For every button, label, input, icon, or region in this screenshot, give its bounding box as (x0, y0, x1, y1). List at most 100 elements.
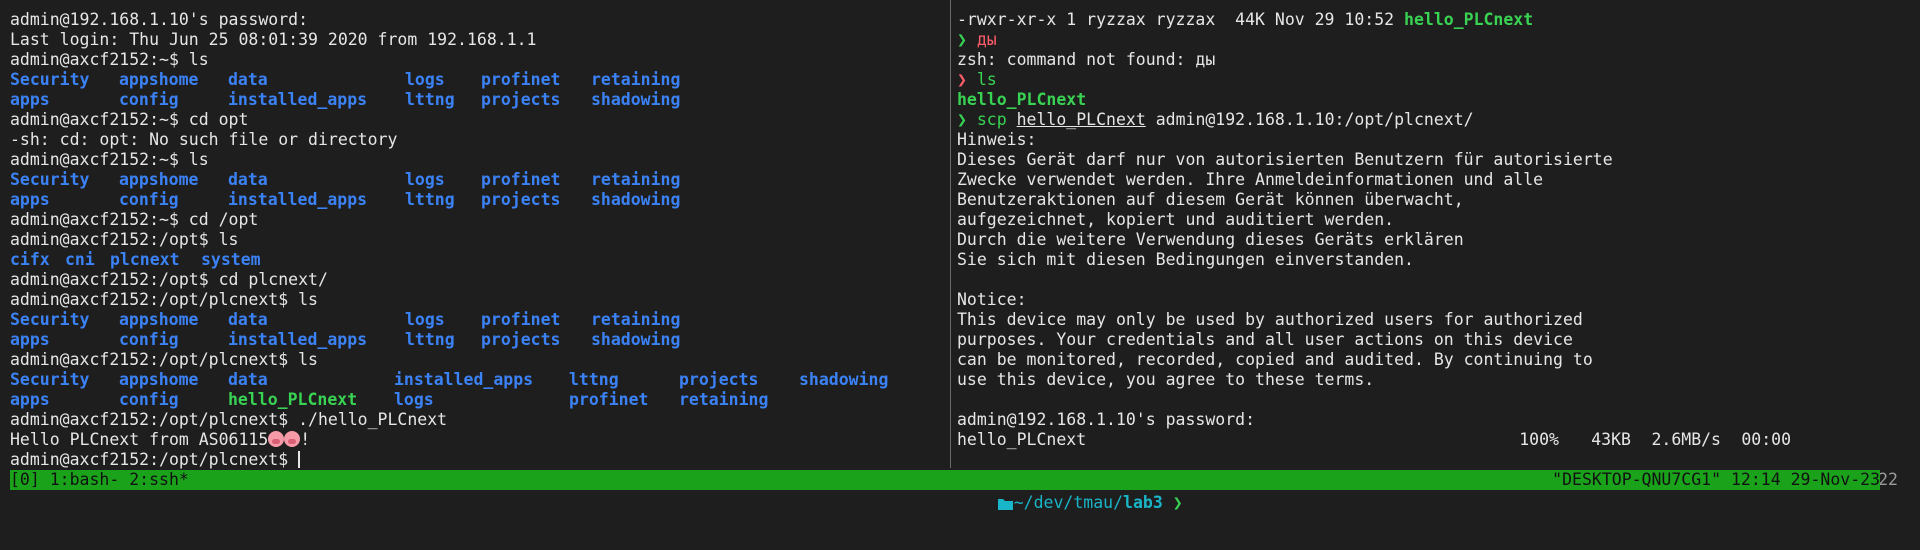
command-line: ❯ ls (957, 70, 1912, 90)
status-time: 12:14 (1730, 470, 1781, 489)
dir-entry: appshome (119, 310, 199, 329)
pig-emoji-icon (284, 431, 301, 447)
banner-line: can be monitored, recorded, copied and a… (957, 350, 1593, 369)
dir-entry: data (228, 370, 268, 389)
prompt-chevron-icon: ❯ (957, 110, 967, 129)
dir-entry: appshome (119, 170, 199, 189)
terminal-line: admin@axcf2152:/opt/plcnext$ ./hello_PLC… (10, 410, 448, 429)
program-output: Hello PLCnext from AS06115! (10, 430, 945, 450)
cwd-current-dir: lab3 (1123, 493, 1163, 512)
ls-output-row: apps config installed_apps lttng projects sha… (10, 90, 945, 110)
terminal-line: admin@192.168.1.10's password: (10, 10, 309, 29)
dir-entry: cni (65, 250, 95, 269)
dir-entry: retaining (591, 310, 681, 329)
dir-entry: shadowing (591, 330, 681, 349)
dir-entry: Security (10, 170, 90, 189)
ls-output-row: hello_PLCnext (957, 90, 1087, 109)
dir-entry: data (228, 310, 268, 329)
file-attributes: -rwxr-xr-x 1 ryzzax ryzzax 44K Nov 29 10… (957, 10, 1405, 29)
dir-entry: apps (10, 190, 50, 209)
shell-prompt: admin@axcf2152:/opt/plcnext$ (10, 450, 299, 469)
ls-output-row: apps config installed_apps lttng projects sha… (10, 330, 945, 350)
terminal-line: admin@axcf2152:/opt/plcnext$ ls (10, 350, 318, 369)
dir-entry: data (228, 70, 268, 89)
ls-output-row: Security appshome data installed_apps lttng p… (10, 370, 945, 390)
command-line: ❯ scp hello_PLCnext admin@192.168.1.10:/… (957, 110, 1912, 130)
dir-entry: projects (481, 330, 561, 349)
banner-line: Sie sich mit diesen Bedingungen einverst… (957, 250, 1414, 269)
folder-icon (997, 496, 1014, 516)
executable-entry: hello_PLCnext (228, 390, 358, 409)
transfer-percent: 100% (1519, 430, 1559, 449)
terminal-line: admin@axcf2152:~$ cd opt (10, 110, 249, 129)
dir-entry: lttng (569, 370, 619, 389)
ls-output-row: apps config installed_apps lttng projects sha… (10, 190, 945, 210)
chevron-right-icon: ❯ (1172, 493, 1183, 512)
dir-entry: appshome (119, 70, 199, 89)
ls-output-row: Security appshome data logs profinet retainin… (10, 170, 945, 190)
hello-text: Hello PLCnext from AS06115 (10, 430, 269, 449)
dir-entry: retaining (591, 70, 681, 89)
dir-entry: installed_apps (228, 190, 368, 209)
scp-progress-line: hello_PLCnext 100% 43KB 2.6MB/s 00:00 (957, 430, 1912, 450)
dir-entry: apps (10, 330, 50, 349)
command-line: ❯ ды (957, 30, 1912, 50)
dir-entry: logs (405, 310, 445, 329)
dir-entry: lttng (405, 190, 455, 209)
typed-command: scp (976, 110, 1007, 129)
pig-emoji-icon (268, 431, 285, 447)
banner-line: Hinweis: (957, 130, 1037, 149)
dir-entry: apps (10, 390, 50, 409)
terminal-prompt-line[interactable]: admin@axcf2152:/opt/plcnext$ (10, 450, 945, 470)
dir-entry: apps (10, 90, 50, 109)
banner-line: Durch die weitere Verwendung dieses Gerä… (957, 230, 1464, 249)
transfer-rate: 2.6MB/s (1651, 430, 1721, 449)
banner-line: This device may only be used by authoriz… (957, 310, 1583, 329)
transfer-size: 43KB (1591, 430, 1631, 449)
banner-line: Notice: (957, 290, 1027, 309)
dir-entry: cifx (10, 250, 50, 269)
transfer-file: hello_PLCnext (957, 430, 1087, 449)
terminal-line: Last login: Thu Jun 25 08:01:39 2020 fro… (10, 30, 537, 49)
tmux-window-list[interactable]: [0] 1:bash- 2:ssh* (10, 470, 189, 490)
banner-line: admin@192.168.1.10's password: (957, 410, 1256, 429)
cwd-path: ~/dev/tmau/ (1013, 493, 1124, 512)
dir-entry: config (119, 190, 179, 209)
dir-entry: lttng (405, 90, 455, 109)
terminal-line: admin@axcf2152:~$ cd /opt (10, 210, 259, 229)
ls-output-row: apps config hello_PLCnext logs profinet retai… (10, 390, 945, 410)
banner-line (957, 270, 1912, 290)
terminal-window: admin@192.168.1.10's password: Last logi… (0, 0, 1920, 512)
banner-line: Dieses Gerät darf nur von autorisierten … (957, 150, 1613, 169)
banner-line: purposes. Your credentials and all user … (957, 330, 1573, 349)
zsh-prompt[interactable]: ~/dev/tmau/lab3 ❯ (957, 450, 1183, 512)
transfer-eta: 00:00 (1741, 430, 1791, 449)
dir-entry: lttng (405, 330, 455, 349)
ls-output-row: Security appshome data logs profinet retainin… (10, 310, 945, 330)
banner-line (957, 390, 1912, 410)
hostname: "DESKTOP-QNU7CG1" (1552, 470, 1722, 489)
dir-entry: config (119, 90, 179, 109)
tmux-status-right: "DESKTOP-QNU7CG1" 12:14 29-Nov-23 (1552, 470, 1880, 490)
tmux-status-bar: [0] 1:bash- 2:ssh* "DESKTOP-QNU7CG1" 12:… (10, 470, 1880, 490)
pane-divider[interactable] (950, 0, 951, 468)
scp-destination: admin@192.168.1.10:/opt/plcnext/ (1155, 110, 1474, 129)
dir-entry: appshome (119, 370, 199, 389)
executable-entry: hello_PLCnext (1404, 10, 1534, 29)
dir-entry: profinet (481, 310, 561, 329)
typed-command: ды (976, 30, 997, 49)
terminal-line: admin@axcf2152:~$ ls (10, 150, 209, 169)
scp-source-file: hello_PLCnext (1016, 110, 1146, 129)
terminal-line: admin@axcf2152:/opt/plcnext$ ls (10, 290, 318, 309)
dir-entry: installed_apps (394, 370, 534, 389)
dir-entry: system (201, 250, 261, 269)
dir-entry: installed_apps (228, 330, 368, 349)
dir-entry: profinet (569, 390, 649, 409)
tmux-pane-right[interactable]: -rwxr-xr-x 1 ryzzax ryzzax 44K Nov 29 10… (957, 10, 1912, 450)
prompt-chevron-icon: ❯ (957, 70, 967, 89)
dir-entry: logs (394, 390, 434, 409)
ls-long-line: -rwxr-xr-x 1 ryzzax ryzzax 44K Nov 29 10… (957, 10, 1912, 30)
tmux-pane-left[interactable]: admin@192.168.1.10's password: Last logi… (10, 10, 945, 470)
dir-entry: plcnext (110, 250, 180, 269)
dir-entry: installed_apps (228, 90, 368, 109)
